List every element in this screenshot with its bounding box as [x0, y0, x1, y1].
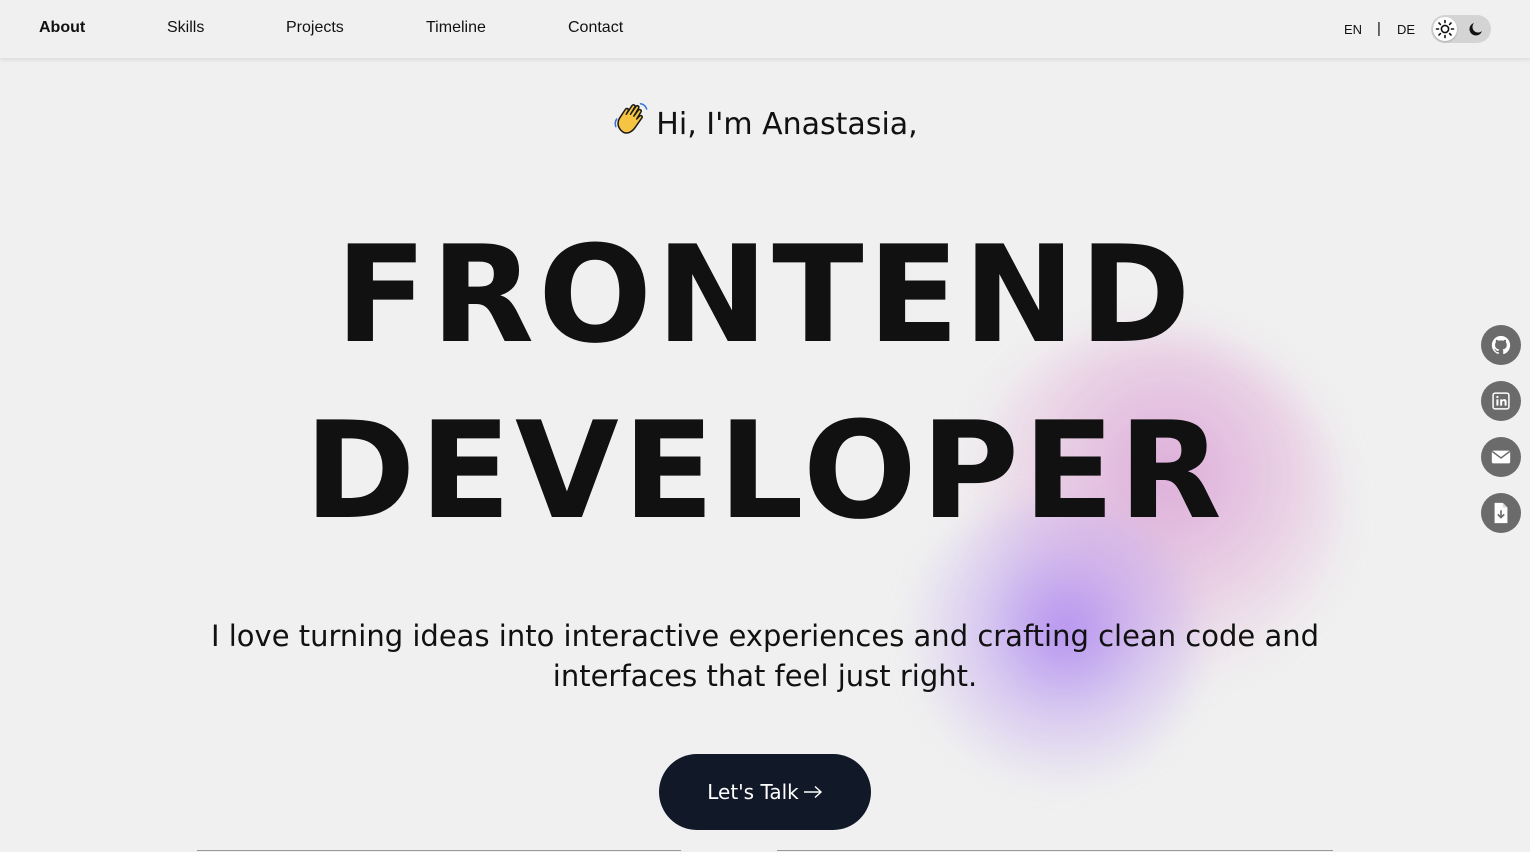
arrow-right-icon — [803, 780, 823, 804]
linkedin-link[interactable] — [1481, 381, 1521, 421]
sun-icon — [1433, 17, 1457, 41]
waving-hand-icon — [612, 100, 650, 146]
theme-toggle-knob — [1433, 17, 1457, 41]
theme-toggle[interactable] — [1431, 15, 1491, 43]
mail-icon — [1490, 446, 1512, 468]
hero-greeting: Hi, I'm Anastasia, — [0, 100, 1530, 146]
nav-item-about[interactable]: About — [39, 19, 85, 37]
page: About Skills Projects Timeline Contact E… — [0, 0, 1530, 852]
hero-tagline: I love turning ideas into interactive ex… — [210, 619, 1320, 693]
section-divider-left — [197, 850, 681, 851]
github-link[interactable] — [1481, 325, 1521, 365]
language-en[interactable]: EN — [1344, 22, 1362, 37]
email-link[interactable] — [1481, 437, 1521, 477]
resume-download-icon — [1491, 502, 1511, 524]
moon-icon — [1467, 20, 1485, 38]
linkedin-icon — [1491, 391, 1511, 411]
greeting-text: Hi, I'm Anastasia, — [656, 107, 918, 142]
nav-item-contact[interactable]: Contact — [568, 19, 623, 37]
resume-download-link[interactable] — [1481, 493, 1521, 533]
nav-item-skills[interactable]: Skills — [167, 19, 204, 37]
lets-talk-button[interactable]: Let's Talk — [659, 754, 871, 830]
top-navigation: About Skills Projects Timeline Contact E… — [0, 0, 1530, 58]
language-separator: | — [1377, 20, 1381, 37]
github-icon — [1490, 334, 1512, 356]
cta-label: Let's Talk — [707, 780, 799, 804]
headline-line-1: FRONTEND — [335, 217, 1195, 373]
language-de[interactable]: DE — [1397, 22, 1415, 37]
headline-line-2: DEVELOPER — [304, 393, 1226, 549]
nav-item-projects[interactable]: Projects — [286, 19, 344, 37]
nav-item-timeline[interactable]: Timeline — [426, 19, 486, 37]
section-divider-right — [777, 850, 1333, 851]
